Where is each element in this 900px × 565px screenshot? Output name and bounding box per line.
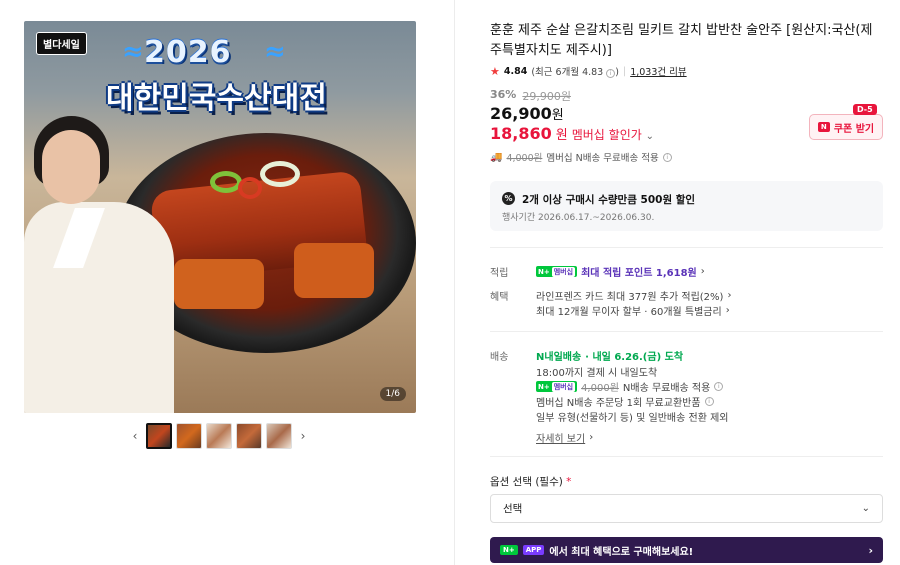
points-label: 적립 [490,268,509,279]
shipping-fee-strike: 4,000원 [506,153,543,164]
radish-piece [174,259,264,309]
more-details-link[interactable]: 자세히 보기 › [536,430,593,445]
promo-box: % 2개 이상 구매시 수량만큼 500원 할인 행사기간 2026.06.17… [490,181,883,231]
rating-value: 4.84 [503,65,528,77]
nplus-membership-badge: N+ 멤버십 [536,266,578,277]
chevron-down-icon: ⌄ [645,131,654,142]
hanbok [24,202,174,413]
thumbnail-4[interactable] [236,423,262,449]
app-promo-banner[interactable]: N+ APP 에서 최대 혜택으로 구매해보세요! › [490,537,883,563]
delivery-fee-text: N배송 무료배송 적용 [622,383,711,394]
shipping-row: 🚚 4,000원 멤버십 N배송 무료배송 적용 i [490,150,672,164]
product-gallery: 별다세일 ≈ 2026 ≈ 대한민국수산대전 1/6 ‹ › [0,0,455,565]
thumbnail-3[interactable] [206,423,232,449]
coupon-label: 쿠폰 받기 [833,123,875,135]
chevron-left-icon[interactable]: ‹ [128,429,142,443]
green-onion-slice [260,161,300,187]
delivery-fee-row: N+ 멤버십 4,000원 N배송 무료배송 적용 i [536,379,724,394]
delivery-cutoff: 18:00까지 결제 시 내일도착 [536,368,658,379]
divider [490,247,883,248]
red-pepper-slice [238,177,262,199]
sale-price: 26,900원 [490,104,564,123]
app-badge: APP [522,545,545,555]
promo-title: 2개 이상 구매시 수량만큼 500원 할인 [522,194,696,206]
chevron-right-icon: › [727,290,732,301]
discount-percent: 36% [490,88,517,101]
review-count-link[interactable]: 1,033건 리뷰 [630,64,686,78]
chevron-down-icon: ⌄ [861,503,870,514]
exchange-text: 멤버십 N배송 주문당 1회 무료교환반품 [536,398,701,409]
truck-icon: 🚚 [490,151,503,163]
divider: | [622,65,627,77]
delivery-fee-strike: 4,000원 [581,383,619,394]
chevron-right-icon: › [725,305,730,316]
product-title: 훈훈 제주 순살 은갈치조림 밀키트 갈치 밥반찬 술안주 [원산지:국산(제주… [490,23,873,58]
delivery-label: 배송 [490,352,509,363]
benefit-label: 혜택 [490,292,509,303]
option-select[interactable]: 선택 ⌄ [490,494,883,523]
face [42,130,100,204]
banner-title: 대한민국수산대전 [106,81,327,116]
points-text: 최대 적립 포인트 1,618원 [581,268,697,279]
info-icon: i [606,69,616,78]
chevron-right-icon: › [700,266,705,277]
image-counter: 1/6 [379,387,406,401]
thumbnail-1[interactable] [146,423,172,449]
divider [490,331,883,332]
nplus-membership-badge: N+ 멤버십 [536,381,578,392]
chevron-right-icon[interactable]: › [296,429,310,443]
card-benefit-row[interactable]: 라인프렌즈 카드 최대 377원 추가 적립(2%) › [536,288,731,303]
original-price: 29,900원 [522,90,571,103]
installment-row[interactable]: 최대 12개월 무이자 할부 · 60개월 특별금리 › [536,303,730,318]
option-select-value: 선택 [503,503,523,515]
nplus-badge: N+ [500,545,518,555]
tomorrow-delivery-badge: N내일배송 [536,352,582,363]
model-person [24,116,184,413]
percent-icon: % [502,192,515,205]
app-banner-text: 에서 최대 혜택으로 구매해보세요! [549,546,694,558]
thumbnail-2[interactable] [176,423,202,449]
installment-text: 최대 12개월 무이자 할부 · 60개월 특별금리 [536,307,722,318]
rating-row: ★ 4.84 (최근 6개월 4.83 i) | 1,033건 리뷰 [490,64,687,78]
info-icon[interactable]: i [704,397,714,406]
promo-period: 행사기간 2026.06.17.~2026.06.30. [502,213,655,223]
main-product-image[interactable]: 별다세일 ≈ 2026 ≈ 대한민국수산대전 1/6 [24,21,416,413]
delivery-arrival: · 내일 6.26.(금) 도착 [585,352,684,363]
coupon-button[interactable]: N 쿠폰 받기 [809,114,883,140]
option-label: 옵션 선택 (필수) * [490,476,572,488]
points-row[interactable]: N+ 멤버십 최대 적립 포인트 1,618원 › [536,264,705,279]
radish-piece [294,243,374,298]
info-icon[interactable]: i [714,382,724,391]
rating-recent: (최근 6개월 4.83 i) [531,67,619,78]
info-icon[interactable]: i [662,152,672,162]
membership-label: 멤버십 할인가 [571,128,642,142]
shipping-text: 멤버십 N배송 무료배송 적용 [546,153,659,164]
membership-price[interactable]: 18,860 원 멤버십 할인가 ⌄ [490,124,654,143]
exchange-row: 멤버십 N배송 주문당 1회 무료교환반품 i [536,394,714,409]
chevron-right-icon: › [589,432,594,443]
divider [490,456,883,457]
store-logo-badge: 별다세일 [36,32,87,55]
wave-icon: ≈ [264,37,286,67]
exclude-text: 일부 유형(선물하기 등) 및 일반배송 전환 제외 [536,413,729,424]
discount-row: 36% 29,900원 [490,88,571,104]
coupon-dday-badge: D-5 [853,104,877,115]
delivery-row: N내일배송 · 내일 6.26.(금) 도착 [536,348,683,363]
card-benefit-text: 라인프렌즈 카드 최대 377원 추가 적립(2%) [536,292,724,303]
chevron-right-icon: › [868,543,873,557]
coupon-icon: N [817,122,830,132]
thumbnail-5[interactable] [266,423,292,449]
star-icon: ★ [490,64,500,78]
thumbnail-strip: ‹ › [128,423,310,449]
wave-icon: ≈ [122,37,144,67]
banner-year: 2026 [144,35,232,70]
